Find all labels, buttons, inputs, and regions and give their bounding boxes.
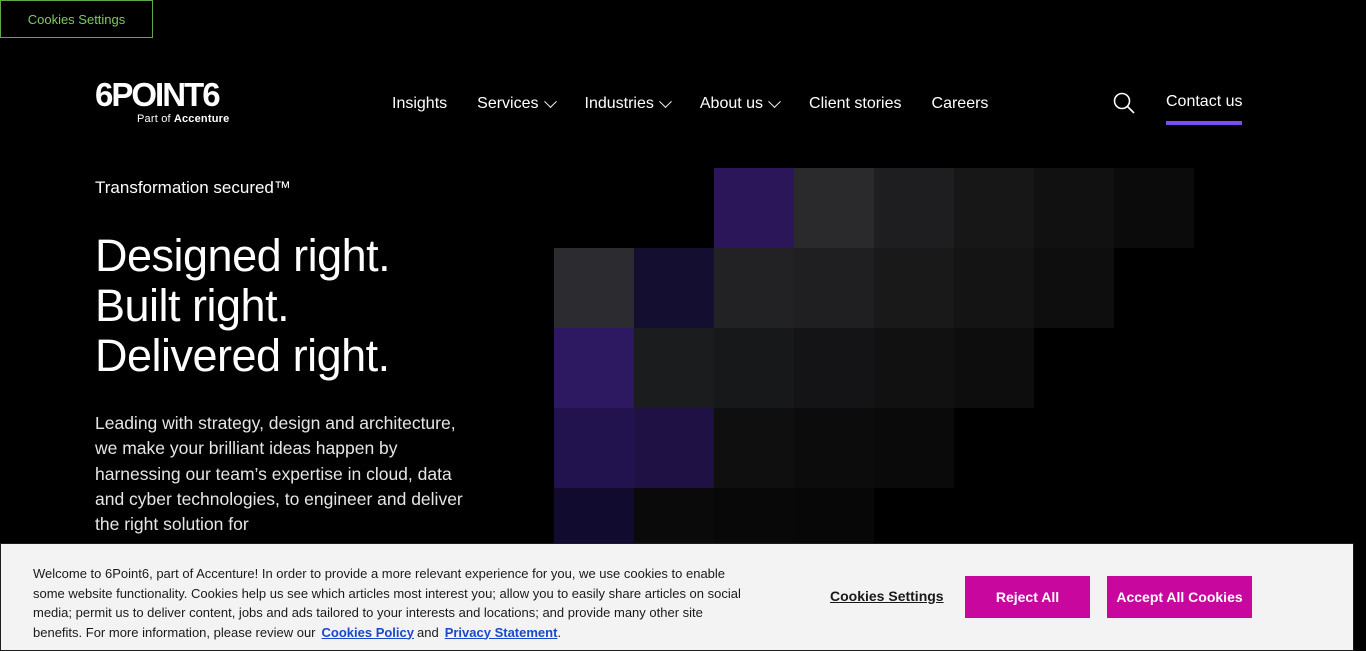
contact-us-link[interactable]: Contact us: [1166, 93, 1243, 125]
mosaic-tile: [1034, 248, 1114, 328]
mosaic-tile: [794, 328, 874, 408]
mosaic-tile: [714, 408, 794, 488]
mosaic-tile: [954, 248, 1034, 328]
nav-item-about-us[interactable]: About us: [700, 92, 781, 116]
hero-headline: Designed right. Built right. Delivered r…: [95, 230, 391, 381]
mosaic-tile: [1034, 168, 1114, 248]
cookies-settings-link[interactable]: Cookies Settings: [0, 0, 153, 38]
search-icon[interactable]: [1113, 92, 1135, 114]
nav-item-careers[interactable]: Careers: [932, 92, 989, 116]
headline-line-2: Built right.: [95, 280, 290, 331]
headline-line-1: Designed right.: [95, 230, 391, 281]
mosaic-tile: [554, 328, 634, 408]
reject-all-button[interactable]: Reject All: [965, 576, 1090, 618]
mosaic-tile: [954, 168, 1034, 248]
logo-wordmark: 6POINT6: [95, 76, 221, 113]
mosaic-tile: [634, 328, 714, 408]
cookies-policy-link[interactable]: Cookies Policy: [322, 625, 414, 640]
nav-item-services[interactable]: Services: [477, 92, 557, 116]
cookie-banner-text: Welcome to 6Point6, part of Accenture! I…: [33, 566, 741, 640]
mosaic-tile: [634, 408, 714, 488]
mosaic-tile: [554, 248, 634, 328]
chevron-down-icon: [768, 94, 781, 108]
cookie-banner: Welcome to 6Point6, part of Accenture! I…: [0, 543, 1354, 651]
mosaic-tile: [714, 168, 794, 248]
hero-image-mosaic: [554, 168, 1194, 568]
accept-all-cookies-button[interactable]: Accept All Cookies: [1107, 576, 1252, 618]
mosaic-tile: [874, 248, 954, 328]
mosaic-tile: [634, 248, 714, 328]
nav-item-industries[interactable]: Industries: [585, 92, 672, 116]
mosaic-tile: [554, 408, 634, 488]
headline-line-3: Delivered right.: [95, 330, 390, 381]
nav-item-client-stories[interactable]: Client stories: [809, 92, 901, 116]
hero-lead: Leading with strategy, design and archit…: [95, 413, 463, 535]
mosaic-tile: [954, 328, 1034, 408]
mosaic-tile: [1114, 168, 1194, 248]
nav-item-insights[interactable]: Insights: [392, 92, 447, 116]
chevron-down-icon: [543, 94, 557, 108]
chevron-down-icon: [659, 94, 672, 108]
logo-tagline: Part of Accenture: [137, 113, 230, 125]
mosaic-tile: [874, 408, 954, 488]
logo[interactable]: 6POINT6 Part of Accenture: [95, 78, 237, 128]
hero-eyebrow: Transformation secured™: [95, 178, 291, 197]
mosaic-tile: [874, 168, 954, 248]
mosaic-tile: [874, 328, 954, 408]
mosaic-tile: [714, 248, 794, 328]
cookies-settings-button[interactable]: Cookies Settings: [830, 588, 944, 604]
mosaic-tile: [714, 328, 794, 408]
mosaic-tile: [794, 168, 874, 248]
mosaic-tile: [794, 248, 874, 328]
privacy-statement-link[interactable]: Privacy Statement: [445, 625, 558, 640]
main-nav: Insights Services Industries About us Cl…: [392, 92, 1018, 116]
mosaic-tile: [794, 408, 874, 488]
